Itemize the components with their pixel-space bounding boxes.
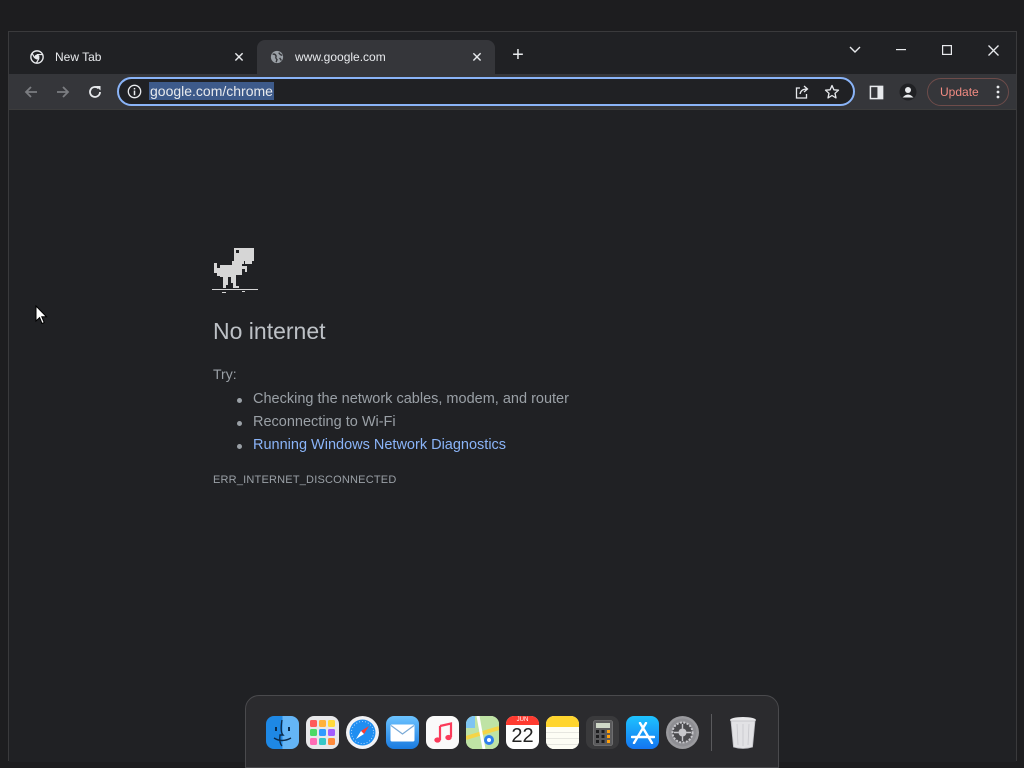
trash-icon[interactable] xyxy=(726,716,759,749)
tab-strip: New Tab ✕ www.google.com ✕ + xyxy=(9,32,1016,74)
browser-toolbar: google.com/chrome Update xyxy=(9,74,1016,110)
share-icon[interactable] xyxy=(787,80,817,104)
error-headline: No internet xyxy=(213,318,326,344)
tab-title: www.google.com xyxy=(295,50,386,64)
maximize-button[interactable] xyxy=(925,36,969,64)
dock: JUN 22 xyxy=(245,695,779,768)
address-bar[interactable]: google.com/chrome xyxy=(117,77,855,106)
minimize-button[interactable] xyxy=(879,36,923,64)
browser-window: New Tab ✕ www.google.com ✕ + google.com/… xyxy=(8,31,1017,762)
network-diagnostics-link[interactable]: Running Windows Network Diagnostics xyxy=(237,434,569,457)
profile-icon xyxy=(899,83,917,101)
forward-arrow-icon xyxy=(57,86,70,98)
chevron-down-icon xyxy=(849,46,861,53)
side-panel-icon xyxy=(869,85,883,99)
tab-new-tab[interactable]: New Tab ✕ xyxy=(17,40,257,74)
chrome-icon xyxy=(29,49,45,65)
mail-icon[interactable] xyxy=(386,716,419,749)
safari-icon[interactable] xyxy=(346,716,379,749)
app-store-icon[interactable] xyxy=(626,716,659,749)
launchpad-icon[interactable] xyxy=(306,716,339,749)
offline-dino-icon[interactable] xyxy=(212,246,258,299)
globe-icon xyxy=(269,49,285,65)
reload-icon xyxy=(89,86,101,98)
calculator-icon[interactable] xyxy=(586,716,619,749)
bookmark-star-icon[interactable] xyxy=(817,80,847,104)
profile-button[interactable] xyxy=(894,78,922,106)
calendar-day: 22 xyxy=(511,725,534,747)
url-text[interactable]: google.com/chrome xyxy=(149,81,274,100)
try-label: Try: xyxy=(213,366,237,382)
finder-icon[interactable] xyxy=(266,716,299,749)
tab-google[interactable]: www.google.com ✕ xyxy=(257,40,495,74)
close-icon xyxy=(987,44,999,56)
close-window-button[interactable] xyxy=(971,36,1015,64)
suggestion-reconnect-wifi: Reconnecting to Wi-Fi xyxy=(237,411,569,434)
tab-title: New Tab xyxy=(55,50,102,64)
side-panel-button[interactable] xyxy=(862,78,890,106)
more-vert-icon xyxy=(996,85,1000,99)
site-info-icon[interactable] xyxy=(119,84,149,99)
mouse-cursor-icon xyxy=(35,304,48,330)
notes-icon[interactable] xyxy=(546,716,579,749)
new-tab-button[interactable]: + xyxy=(507,45,529,67)
tab-search-button[interactable] xyxy=(833,36,877,64)
calendar-icon[interactable]: JUN 22 xyxy=(506,716,539,749)
reload-button[interactable] xyxy=(81,78,109,106)
suggestion-check-cables: Checking the network cables, modem, and … xyxy=(237,388,569,411)
update-label: Update xyxy=(940,85,979,99)
forward-button[interactable] xyxy=(49,78,77,106)
dock-separator xyxy=(711,714,712,751)
back-arrow-icon xyxy=(24,86,37,98)
suggestions-list: Checking the network cables, modem, and … xyxy=(237,388,569,457)
error-page: No internet Try: Checking the network ca… xyxy=(9,110,1016,762)
close-tab-icon[interactable]: ✕ xyxy=(231,49,247,65)
maps-icon[interactable] xyxy=(466,716,499,749)
maximize-icon xyxy=(942,45,952,55)
calendar-month: JUN xyxy=(506,716,539,725)
error-code: ERR_INTERNET_DISCONNECTED xyxy=(213,474,397,486)
close-tab-icon[interactable]: ✕ xyxy=(469,49,485,65)
back-button[interactable] xyxy=(17,78,45,106)
minimize-icon xyxy=(896,49,906,51)
music-icon[interactable] xyxy=(426,716,459,749)
system-settings-icon[interactable] xyxy=(666,716,699,749)
update-button[interactable]: Update xyxy=(927,78,1009,106)
